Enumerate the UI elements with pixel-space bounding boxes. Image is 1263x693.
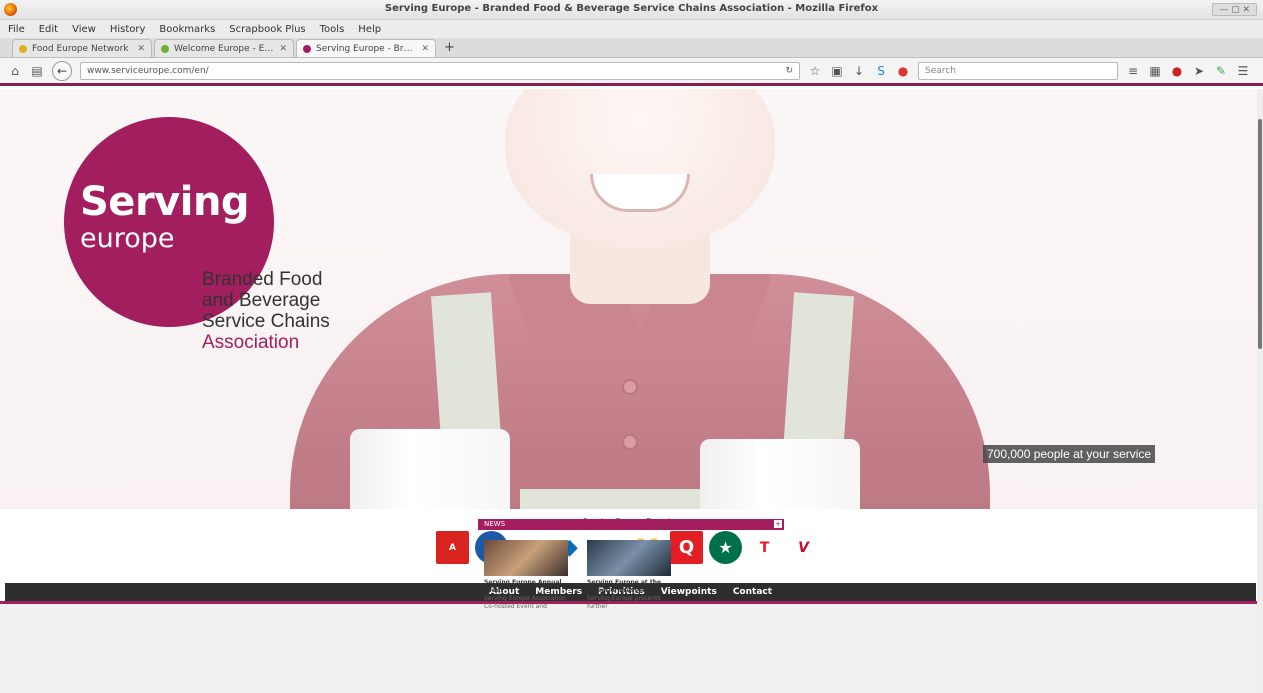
window-controls[interactable]: — ▢ ✕ <box>1212 3 1257 16</box>
puzzle-icon[interactable]: ✎ <box>1214 64 1228 78</box>
hamburger-menu-icon[interactable]: ☰ <box>1236 64 1250 78</box>
tab-close-icon[interactable]: ✕ <box>421 44 429 54</box>
tagline-line: Branded Food <box>202 269 323 290</box>
news-header: NEWS + <box>478 519 784 530</box>
back-button[interactable]: ← <box>52 60 72 81</box>
menu-bookmarks[interactable]: Bookmarks <box>159 24 215 35</box>
search-input[interactable]: Search <box>918 61 1118 80</box>
navigation-toolbar: ⌂ ▤ ← www.serviceurope.com/en/ ↻ ☆ ▣ ↓ S… <box>0 58 1263 86</box>
menu-tools[interactable]: Tools <box>320 24 345 35</box>
brand-logo-starbucks[interactable]: ★ <box>709 531 742 564</box>
brand-logo-vapiano[interactable]: V <box>787 531 820 564</box>
brand-logo-telepizza[interactable]: T <box>748 531 781 564</box>
favicon-icon <box>19 44 27 53</box>
new-tab-button[interactable]: + <box>438 39 461 57</box>
tab-food-europe[interactable]: Food Europe Network ✕ <box>12 39 152 57</box>
tab-close-icon[interactable]: ✕ <box>279 44 287 54</box>
tab-close-icon[interactable]: ✕ <box>137 44 145 54</box>
skype-icon[interactable]: S <box>874 64 888 78</box>
menu-view[interactable]: View <box>72 24 96 35</box>
news-card[interactable]: Serving Europe Annual Event Serving Euro… <box>484 540 568 611</box>
url-bar[interactable]: www.serviceurope.com/en/ ↻ <box>80 61 800 80</box>
url-text: www.serviceurope.com/en/ <box>87 65 209 76</box>
news-card[interactable]: Serving Europe at the Street of Brussels… <box>587 540 671 611</box>
news-title[interactable]: Serving Europe Annual Event <box>484 579 568 595</box>
tagline-line: Service Chains <box>202 311 330 332</box>
expand-icon[interactable]: + <box>774 520 782 528</box>
hero-banner: Serving europe Branded Food and Beverage… <box>0 89 1257 509</box>
news-thumbnail[interactable] <box>484 540 568 576</box>
brand-logo-quick[interactable]: Q <box>670 531 703 564</box>
content-area <box>0 604 1257 693</box>
tab-label: Serving Europe - Bran... <box>316 43 417 54</box>
tab-label: Food Europe Network <box>32 43 129 54</box>
menu-scrapbook[interactable]: Scrapbook Plus <box>229 24 305 35</box>
hero-caption: 700,000 people at your service <box>983 445 1156 463</box>
addon-icon[interactable]: ● <box>896 64 910 78</box>
news-title[interactable]: Serving Europe at the Street of Brussels <box>587 579 671 595</box>
tab-label: Welcome Europe - Ecl... <box>174 43 275 54</box>
nav-contact[interactable]: Contact <box>733 587 772 597</box>
home-icon[interactable]: ⌂ <box>8 64 22 78</box>
menu-file[interactable]: File <box>8 24 25 35</box>
bookmark-menu-icon[interactable]: ≡ <box>1126 64 1140 78</box>
news-thumbnail[interactable] <box>587 540 671 576</box>
scrollbar-thumb[interactable] <box>1258 119 1262 349</box>
menu-bar: File Edit View History Bookmarks Scrapbo… <box>0 20 1263 38</box>
shield-icon[interactable]: ● <box>1170 64 1184 78</box>
news-header-label: NEWS <box>484 520 506 528</box>
news-excerpt: Serving Europe presents further <box>587 595 661 610</box>
logo-tagline: Branded Food and Beverage Service Chains… <box>202 269 330 353</box>
page-scrollbar[interactable] <box>1257 89 1263 693</box>
arrow-icon[interactable]: ➤ <box>1192 64 1206 78</box>
window-title: Serving Europe - Branded Food & Beverage… <box>384 3 879 14</box>
star-icon[interactable]: ☆ <box>808 64 822 78</box>
brand-logo-autogrill[interactable]: A <box>436 531 469 564</box>
menu-edit[interactable]: Edit <box>39 24 58 35</box>
window-titlebar: Serving Europe - Branded Food & Beverage… <box>0 0 1263 20</box>
tagline-line: and Beverage <box>202 290 321 311</box>
bookmarks-icon[interactable]: ▤ <box>30 64 44 78</box>
tab-welcome-europe[interactable]: Welcome Europe - Ecl... ✕ <box>154 39 294 57</box>
download-icon[interactable]: ↓ <box>852 64 866 78</box>
library-icon[interactable]: ▦ <box>1148 64 1162 78</box>
logo-word-europe: europe <box>80 223 175 254</box>
tagline-line: Association <box>202 332 300 353</box>
menu-help[interactable]: Help <box>358 24 381 35</box>
favicon-icon <box>161 44 169 53</box>
logo-word-serving: Serving <box>80 179 250 225</box>
news-excerpt: Serving Europe Association Co-hosted Eve… <box>484 595 566 610</box>
clipboard-icon[interactable]: ▣ <box>830 64 844 78</box>
tab-bar: Food Europe Network ✕ Welcome Europe - E… <box>0 38 1263 58</box>
favicon-icon <box>303 44 311 53</box>
tab-serving-europe[interactable]: Serving Europe - Bran... ✕ <box>296 39 436 57</box>
reload-icon[interactable]: ↻ <box>785 63 793 79</box>
menu-history[interactable]: History <box>110 24 146 35</box>
